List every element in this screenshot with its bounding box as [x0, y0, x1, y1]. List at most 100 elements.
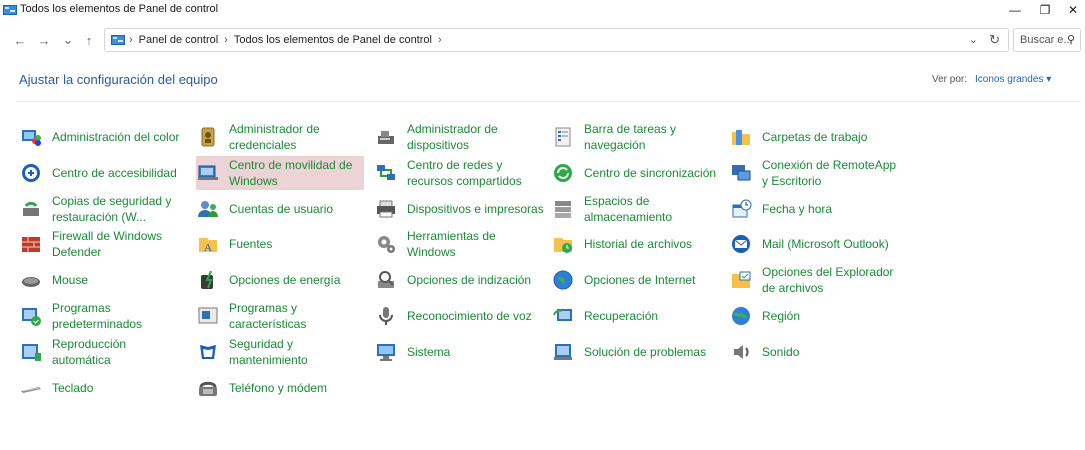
item-backup-restore[interactable]: Copias de seguridad y restauración (W... [19, 192, 184, 226]
item-system[interactable]: Sistema [374, 335, 544, 369]
item-speech-recognition[interactable]: Reconocimiento de voz [374, 299, 544, 333]
security-maintenance-icon [200, 345, 216, 359]
item-phone-modem[interactable]: Teléfono y módem [196, 371, 364, 405]
item-indexing-options[interactable]: Opciones de indización [374, 263, 544, 297]
item-windows-tools[interactable]: Herramientas de Windows [374, 227, 544, 261]
breadcrumb: › Panel de control › Todos los elementos… [129, 34, 442, 46]
item-file-history[interactable]: Historial de archivos [551, 227, 721, 261]
breadcrumb-separator: › [129, 34, 133, 46]
item-label: Fuentes [229, 237, 273, 251]
search-input[interactable]: Buscar e... [1020, 34, 1073, 46]
item-label: Programas y características [229, 301, 307, 331]
mobility-center-icon [198, 165, 218, 180]
sync-center-icon [554, 164, 572, 182]
window-title: Todos los elementos de Panel de control [20, 3, 219, 15]
storage-spaces-icon [555, 201, 571, 218]
close-button[interactable]: ✕ [1053, 0, 1085, 20]
breadcrumb-separator[interactable]: › [438, 34, 442, 46]
item-keyboard[interactable]: Teclado [19, 371, 184, 405]
breadcrumb-separator: › [224, 34, 228, 46]
view-by: Ver por: Iconos grandes ▾ [932, 74, 1051, 85]
page-title: Ajustar la configuración del equipo [19, 72, 218, 87]
up-button[interactable]: ↑ [80, 31, 98, 49]
fonts-icon: A [199, 238, 217, 254]
devices-printers-icon [377, 200, 395, 218]
item-label: Barra de tareas y navegación [584, 122, 677, 152]
item-label: Herramientas de Windows [407, 229, 496, 259]
item-label: Centro de redes y recursos compartidos [407, 158, 522, 188]
indexing-icon [378, 271, 394, 288]
item-taskbar-navigation[interactable]: Barra de tareas y navegación [551, 120, 721, 154]
item-file-explorer-options[interactable]: Opciones del Explorador de archivos [729, 263, 904, 297]
item-label: Mouse [52, 273, 89, 287]
system-icon [377, 344, 395, 361]
back-button[interactable]: ← [11, 31, 29, 49]
item-autoplay[interactable]: Reproducción automática [19, 335, 184, 369]
item-label: Conexión de RemoteApp y Escritorio [762, 158, 897, 188]
item-label: Opciones de Internet [584, 273, 696, 287]
item-remoteapp-desktop[interactable]: Conexión de RemoteApp y Escritorio [729, 156, 904, 190]
item-color-management[interactable]: Administración del color [19, 120, 184, 154]
item-label: Opciones de energía [229, 273, 341, 287]
control-panel-icon [3, 5, 17, 15]
item-label: Reconocimiento de voz [407, 309, 532, 323]
breadcrumb-all-items[interactable]: Todos los elementos de Panel de control [234, 34, 432, 46]
divider [16, 101, 1081, 102]
credential-manager-icon [201, 127, 215, 147]
item-label: Región [762, 309, 801, 323]
item-windows-firewall[interactable]: Firewall de Windows Defender [19, 227, 184, 261]
breadcrumb-control-panel[interactable]: Panel de control [139, 34, 219, 46]
item-label: Historial de archivos [584, 237, 693, 251]
item-storage-spaces[interactable]: Espacios de almacenamiento [551, 192, 721, 226]
item-devices-printers[interactable]: Dispositivos e impresoras [374, 192, 544, 226]
item-sound[interactable]: Sonido [729, 335, 904, 369]
item-label: Recuperación [584, 309, 659, 323]
item-network-sharing-center[interactable]: Centro de redes y recursos compartidos [374, 156, 544, 190]
item-label: Sonido [762, 345, 800, 359]
item-region[interactable]: Región [729, 299, 904, 333]
work-folders-icon [732, 130, 750, 145]
item-troubleshooting[interactable]: Solución de problemas [551, 335, 721, 369]
item-credential-manager[interactable]: Administrador de credenciales [196, 120, 364, 154]
recovery-icon [553, 309, 572, 321]
item-label: Solución de problemas [584, 345, 707, 359]
item-label: Programas predeterminados [52, 301, 143, 331]
search-box[interactable]: Buscar e... ⚲ [1013, 28, 1081, 52]
item-internet-options[interactable]: Opciones de Internet [551, 263, 721, 297]
item-user-accounts[interactable]: Cuentas de usuario [196, 192, 364, 226]
accessibility-icon [22, 164, 40, 182]
item-windows-mobility-center[interactable]: Centro de movilidad de Windows [196, 156, 364, 190]
item-sync-center[interactable]: Centro de sincronización [551, 156, 721, 190]
item-label: Espacios de almacenamiento [584, 194, 673, 224]
address-dropdown-button[interactable]: ⌄ [969, 33, 978, 46]
item-mouse[interactable]: Mouse [19, 263, 184, 297]
item-label: Mail (Microsoft Outlook) [762, 237, 889, 251]
item-default-programs[interactable]: Programas predeterminados [19, 299, 184, 333]
date-time-icon [732, 199, 752, 218]
item-date-time[interactable]: Fecha y hora [729, 192, 904, 226]
explorer-options-icon [732, 271, 751, 288]
svg-text:A: A [204, 242, 212, 254]
item-security-maintenance[interactable]: Seguridad y mantenimiento [196, 335, 364, 369]
item-mail[interactable]: Mail (Microsoft Outlook) [729, 227, 904, 261]
search-icon[interactable]: ⚲ [1067, 33, 1075, 46]
item-label: Cuentas de usuario [229, 202, 334, 216]
forward-button[interactable]: → [35, 31, 53, 49]
item-work-folders[interactable]: Carpetas de trabajo [729, 120, 904, 154]
item-label: Seguridad y mantenimiento [229, 337, 308, 367]
view-by-dropdown[interactable]: Iconos grandes ▾ [975, 74, 1051, 85]
item-recovery[interactable]: Recuperación [551, 299, 721, 333]
item-label: Carpetas de trabajo [762, 130, 868, 144]
item-fonts[interactable]: A Fuentes [196, 227, 364, 261]
firewall-icon [22, 237, 40, 252]
recent-locations-button[interactable]: ⌄ [59, 31, 77, 49]
refresh-button[interactable]: ↻ [989, 32, 1000, 48]
item-programs-features[interactable]: Programas y características [196, 299, 364, 333]
item-label: Opciones de indización [407, 273, 532, 287]
address-bar[interactable]: › Panel de control › Todos los elementos… [104, 28, 1009, 52]
item-device-manager[interactable]: Administrador de dispositivos [374, 120, 544, 154]
region-icon [732, 307, 750, 325]
item-accessibility-center[interactable]: Centro de accesibilidad [19, 156, 184, 190]
item-power-options[interactable]: Opciones de energía [196, 263, 364, 297]
item-label: Reproducción automática [52, 337, 127, 367]
